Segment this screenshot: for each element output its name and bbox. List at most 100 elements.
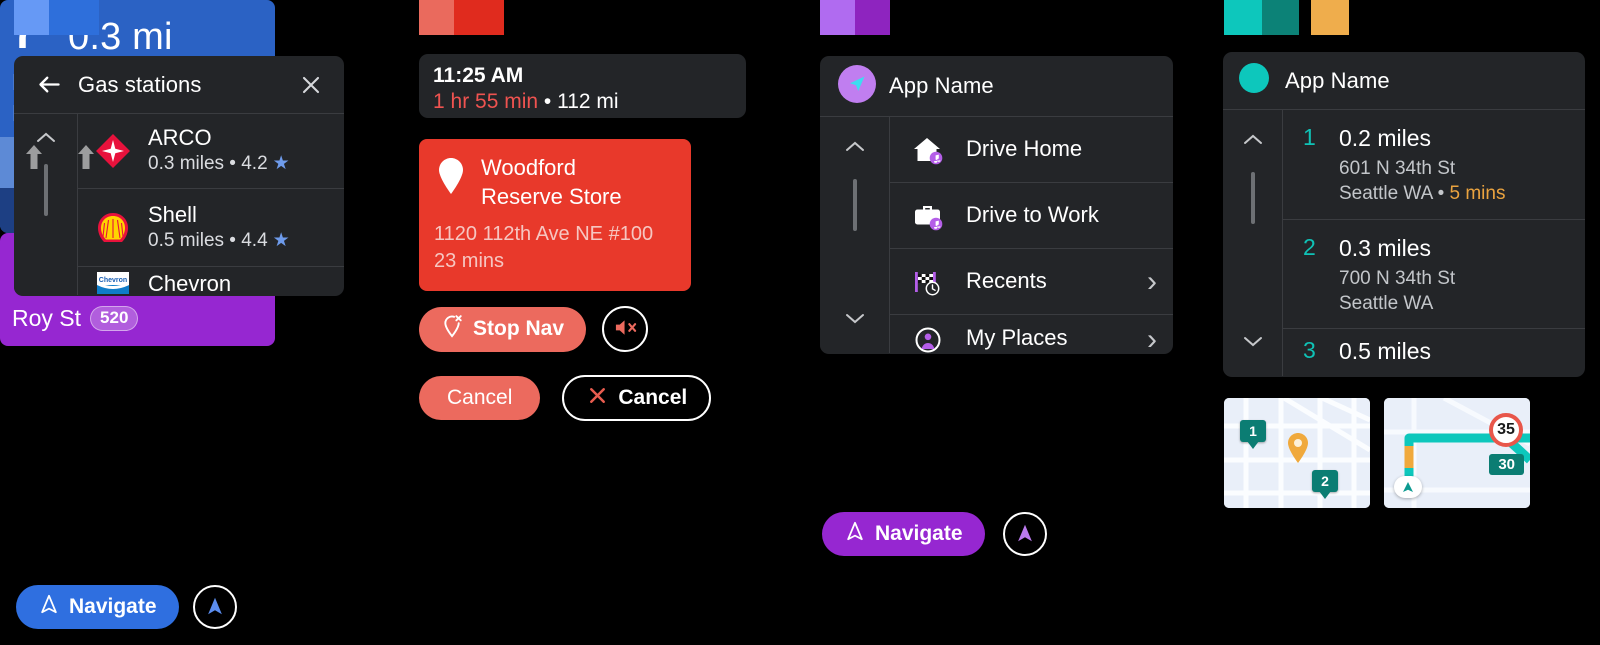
map-thumb-route[interactable]: 35 30	[1384, 398, 1530, 508]
action-row-red-bottom: Cancel Cancel	[419, 375, 712, 421]
position-arrow-icon	[1394, 476, 1422, 498]
destination-name-line1: Woodford	[481, 155, 576, 180]
recenter-button[interactable]	[192, 585, 237, 629]
shell-logo	[94, 210, 132, 246]
chevron-up-icon[interactable]	[1240, 132, 1266, 153]
cancel-outlined-label: Cancel	[618, 386, 688, 409]
destination-header: Woodford Reserve Store	[434, 153, 676, 211]
step-address: 700 N 34th St	[1339, 267, 1456, 289]
gas-stations-card: Gas stations ARCO 0.3 miles • 4.2 ★ Shel…	[14, 56, 344, 296]
swatch-orange	[1311, 0, 1349, 35]
action-row-purple: Navigate	[822, 512, 1047, 556]
mute-button[interactable]	[602, 306, 649, 352]
list-item[interactable]: 3 0.5 miles	[1283, 329, 1585, 371]
page-title: Gas stations	[78, 71, 202, 97]
list-item-texts: Shell 0.5 miles • 4.4 ★	[148, 202, 328, 254]
app-name: App Name	[1285, 67, 1390, 93]
sidebar-item-drive-home[interactable]: Drive Home	[890, 117, 1173, 183]
navigation-arrow-icon	[844, 520, 866, 548]
list-body: 1 0.2 miles 601 N 34th St Seattle WA • 5…	[1223, 110, 1585, 376]
svg-text:Chevron: Chevron	[99, 277, 127, 284]
stop-nav-label: Stop Nav	[473, 317, 565, 340]
list-item-texts: ARCO 0.3 miles • 4.2 ★	[148, 125, 328, 177]
list-item-texts: Chevron	[148, 271, 328, 296]
step-distance: 0.3 miles	[1339, 235, 1432, 261]
swatch-purple-dark	[855, 0, 890, 35]
scroll-thumb[interactable]	[852, 179, 857, 231]
station-detail: 0.3 miles • 4.2 ★	[148, 152, 328, 177]
screenshot-root: Gas stations ARCO 0.3 miles • 4.2 ★ Shel…	[0, 0, 1600, 645]
list-item[interactable]: Shell 0.5 miles • 4.4 ★	[78, 189, 344, 267]
star-icon: ★	[272, 229, 290, 251]
swatch-purple-light	[820, 0, 855, 35]
chevron-down-icon[interactable]	[842, 310, 868, 331]
swatch-row-teal	[1224, 0, 1349, 35]
swatch-red-light	[419, 0, 454, 35]
scroll-thumb[interactable]	[43, 164, 48, 216]
eta-time: 11:25 AM	[433, 64, 524, 87]
sidebar-item-recents[interactable]: Recents ›	[890, 249, 1173, 315]
navigation-circle-icon	[838, 64, 876, 108]
close-icon[interactable]	[296, 73, 326, 97]
chevron-logo: Chevron	[94, 271, 132, 296]
station-name: ARCO	[148, 125, 212, 151]
cancel-button-outlined[interactable]: Cancel	[562, 375, 712, 421]
list-item[interactable]: 1 0.2 miles 601 N 34th St Seattle WA • 5…	[1283, 110, 1585, 220]
destination-card[interactable]: Woodford Reserve Store 1120 112th Ave NE…	[419, 139, 691, 291]
action-row-blue: Navigate	[16, 585, 237, 629]
lane-straight-icon	[25, 145, 42, 169]
chevron-up-icon[interactable]	[842, 139, 868, 160]
speed-limit-badge: 35	[1489, 413, 1523, 447]
station-detail-text: 0.5 miles • 4.4	[148, 229, 268, 251]
card-header: Gas stations	[14, 56, 344, 114]
destination-address: 1120 112th Ave NE #100	[434, 223, 654, 246]
navigate-button-label: Navigate	[875, 522, 963, 545]
station-name: Chevron	[148, 271, 232, 296]
app-name: App Name	[889, 73, 994, 98]
chevron-down-icon[interactable]	[1240, 333, 1266, 354]
map-thumb-markers[interactable]: 1 2	[1224, 398, 1370, 508]
swatch-row-blue	[14, 0, 99, 35]
scroll-thumb[interactable]	[1250, 172, 1255, 224]
card-header: App Name	[1223, 52, 1585, 110]
eta-distance: 112 mi	[557, 90, 619, 114]
map-marker-2[interactable]: 2	[1312, 470, 1338, 492]
list-item[interactable]: 2 0.3 miles 700 N 34th St Seattle WA	[1283, 220, 1585, 329]
app-menu-card-purple: App Name Drive Home Drive to Work Recent…	[820, 56, 1173, 354]
step-city: Seattle WA •	[1339, 182, 1450, 204]
swatch-red-dark	[454, 0, 504, 35]
step-number: 1	[1303, 124, 1316, 150]
sidebar-item-my-places[interactable]: My Places ›	[890, 315, 1173, 355]
swatch-blue-light	[14, 0, 49, 35]
sidebar-item-drive-to-work[interactable]: Drive to Work	[890, 183, 1173, 249]
list-item[interactable]: Chevron Chevron	[78, 267, 344, 296]
list-item[interactable]: ARCO 0.3 miles • 4.2 ★	[78, 114, 344, 189]
scroll-rail[interactable]	[820, 117, 890, 353]
step-city: Seattle WA	[1339, 292, 1434, 314]
navigation-arrow-icon	[1014, 522, 1036, 547]
stop-nav-button[interactable]: Stop Nav	[419, 306, 587, 352]
navigate-button[interactable]: Navigate	[822, 512, 985, 556]
navigate-button[interactable]: Navigate	[16, 585, 179, 629]
swatch-teal-dark	[1262, 0, 1299, 35]
cancel-button-filled[interactable]: Cancel	[419, 376, 541, 420]
scroll-rail[interactable]	[14, 114, 78, 295]
navigation-arrow-icon	[38, 593, 60, 621]
star-icon: ★	[272, 153, 290, 175]
navigate-button-label: Navigate	[69, 595, 157, 618]
my-places-icon	[912, 325, 944, 354]
scroll-rail[interactable]	[1223, 110, 1283, 376]
chevron-right-icon[interactable]: ›	[1139, 325, 1157, 355]
orange-pin-icon[interactable]	[1286, 432, 1310, 469]
back-arrow-icon[interactable]	[32, 71, 66, 98]
chevron-right-icon[interactable]: ›	[1139, 266, 1157, 297]
eta-summary: 1 hr 55 min • 112 mi	[433, 89, 732, 115]
home-icon	[912, 135, 944, 165]
route-step-rows: 1 0.2 miles 601 N 34th St Seattle WA • 5…	[1283, 110, 1585, 376]
recenter-button[interactable]	[1002, 512, 1047, 556]
swatch-row-purple	[820, 0, 890, 35]
map-marker-1[interactable]: 1	[1240, 420, 1266, 442]
app-circle-icon	[1239, 63, 1269, 98]
sidebar-item-label: Drive Home	[966, 136, 1083, 162]
turn-street-row: Roy St 520	[12, 305, 261, 332]
